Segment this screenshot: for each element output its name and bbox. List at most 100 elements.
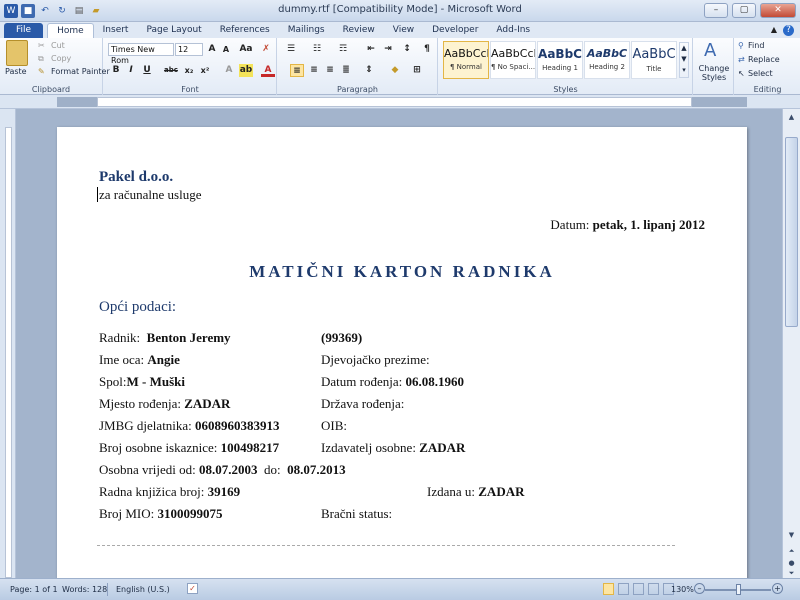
numbering-icon[interactable]: ☷ — [310, 43, 324, 56]
tab-references[interactable]: References — [211, 23, 279, 38]
scroll-down-icon[interactable]: ▼ — [785, 529, 798, 541]
justify-icon[interactable]: ≣ — [339, 64, 353, 77]
align-left-icon[interactable]: ≡ — [290, 64, 304, 77]
font-color-icon[interactable]: A — [261, 64, 275, 77]
scroll-thumb[interactable] — [785, 137, 798, 327]
increase-indent-icon[interactable]: ⇥ — [381, 43, 395, 56]
document-area[interactable]: Pakel d.o.o. za računalne usluge Datum: … — [16, 109, 782, 578]
text-effects-icon[interactable]: A — [222, 64, 236, 77]
paste-button[interactable]: Paste — [5, 67, 27, 76]
vertical-scrollbar[interactable]: ▲ ▼ ⏶ ● ⏷ — [782, 109, 800, 578]
font-size-select[interactable]: 12 — [175, 43, 203, 56]
format-painter-icon[interactable]: ✎ — [38, 67, 45, 76]
replace-button[interactable]: Replace — [748, 55, 780, 64]
maximize-button[interactable]: ▢ — [732, 3, 756, 18]
clear-formatting-icon[interactable]: ✗ — [259, 43, 273, 56]
change-case-icon[interactable]: Aa — [239, 43, 253, 56]
styles-scroll-icon[interactable]: ▲ ▼ ▾ — [679, 42, 689, 78]
zoom-level[interactable]: 130% — [671, 585, 694, 594]
align-right-icon[interactable]: ≡ — [323, 64, 337, 77]
tab-insert[interactable]: Insert — [94, 23, 138, 38]
tab-developer[interactable]: Developer — [423, 23, 487, 38]
format-painter-button[interactable]: Format Painter — [51, 67, 110, 76]
tab-file[interactable]: File — [4, 23, 44, 38]
paste-icon[interactable] — [6, 40, 28, 66]
shading-icon[interactable]: ◆ — [388, 64, 402, 77]
show-formatting-icon[interactable]: ¶ — [420, 43, 434, 56]
field-label: Ime oca: — [99, 352, 145, 367]
web-layout-icon[interactable] — [633, 583, 644, 595]
full-screen-reading-icon[interactable] — [618, 583, 629, 595]
copy-icon[interactable]: ⧉ — [38, 54, 44, 64]
style-heading-2[interactable]: AaBbC Heading 2 — [584, 41, 630, 79]
replace-icon[interactable]: ⇄ — [738, 55, 745, 64]
style-heading-1[interactable]: AaBbC Heading 1 — [537, 41, 583, 79]
tab-home[interactable]: Home — [47, 23, 94, 38]
field-label: Izdana u: — [427, 484, 476, 499]
find-button[interactable]: Find — [748, 41, 764, 50]
font-name-select[interactable]: Times New Rom — [108, 43, 174, 65]
decrease-indent-icon[interactable]: ⇤ — [364, 43, 378, 56]
close-button[interactable]: ✕ — [760, 3, 796, 18]
select-button[interactable]: Select — [748, 69, 773, 78]
previous-page-icon[interactable]: ⏶ — [785, 545, 798, 557]
bold-button[interactable]: B — [109, 64, 123, 77]
zoom-slider-thumb[interactable] — [736, 584, 741, 595]
change-styles-button[interactable]: Change Styles — [696, 64, 732, 82]
field-label: OIB: — [321, 418, 347, 433]
superscript-button[interactable]: x² — [198, 64, 212, 77]
cut-icon[interactable]: ✂ — [38, 41, 45, 50]
style-sample: AaBbCcI — [444, 47, 488, 60]
copy-button[interactable]: Copy — [51, 54, 71, 63]
field-osobna-vrijedi: Osobna vrijedi od: 08.07.2003 do: 08.07.… — [99, 462, 346, 478]
ribbon-minimize-icon[interactable]: ▲ — [771, 25, 777, 36]
subscript-button[interactable]: x₂ — [182, 64, 196, 77]
language-indicator[interactable]: English (U.S.) — [116, 585, 170, 594]
grow-font-icon[interactable]: A — [205, 43, 219, 56]
tab-page-layout[interactable]: Page Layout — [137, 23, 210, 38]
vertical-ruler[interactable] — [0, 109, 16, 578]
select-icon[interactable]: ↖ — [738, 69, 745, 78]
highlight-icon[interactable]: ab — [239, 64, 253, 77]
tab-review[interactable]: Review — [334, 23, 384, 38]
find-icon[interactable]: ⚲ — [738, 41, 744, 50]
field-label: Spol: — [99, 374, 127, 389]
underline-button[interactable]: U — [140, 64, 154, 77]
strikethrough-button[interactable]: abc — [162, 64, 180, 77]
horizontal-ruler[interactable] — [0, 95, 800, 109]
tab-add-ins[interactable]: Add-Ins — [487, 23, 539, 38]
style-no-spacing[interactable]: AaBbCcI ¶ No Spaci... — [490, 41, 536, 79]
field-izdavatelj: Izdavatelj osobne: ZADAR — [321, 440, 465, 456]
italic-button[interactable]: I — [124, 64, 138, 77]
field-izdana: Izdana u: ZADAR — [427, 484, 525, 500]
title-bar: W ■ ↶ ↻ ▤ ▰ dummy.rtf [Compatibility Mod… — [0, 0, 800, 22]
company-name: Pakel d.o.o. — [99, 169, 174, 185]
field-label: Broj osobne iskaznice: — [99, 440, 218, 455]
shrink-font-icon[interactable]: A — [219, 43, 233, 56]
outline-view-icon[interactable] — [648, 583, 659, 595]
line-spacing-icon[interactable]: ⇕ — [362, 64, 376, 77]
minimize-button[interactable]: – — [704, 3, 728, 18]
style-title[interactable]: AaBbC Title — [631, 41, 677, 79]
word-count[interactable]: Words: 128 — [62, 585, 107, 594]
style-name: Title — [646, 65, 662, 73]
zoom-out-icon[interactable]: – — [694, 583, 705, 594]
page-count[interactable]: Page: 1 of 1 — [10, 585, 58, 594]
scroll-up-icon[interactable]: ▲ — [785, 111, 798, 123]
change-styles-icon[interactable]: A — [704, 40, 716, 61]
document-page[interactable]: Pakel d.o.o. za računalne usluge Datum: … — [57, 127, 747, 578]
style-normal[interactable]: AaBbCcI ¶ Normal — [443, 41, 489, 79]
cut-button[interactable]: Cut — [51, 41, 65, 50]
multilevel-list-icon[interactable]: ☶ — [336, 43, 350, 56]
proofing-icon[interactable]: ✓ — [187, 583, 198, 594]
borders-icon[interactable]: ⊞ — [410, 64, 424, 77]
section-divider — [97, 545, 675, 546]
tab-mailings[interactable]: Mailings — [279, 23, 334, 38]
bullets-icon[interactable]: ☰ — [284, 43, 298, 56]
sort-icon[interactable]: ↕ — [400, 43, 414, 56]
align-center-icon[interactable]: ≡ — [307, 64, 321, 77]
help-icon[interactable]: ? — [783, 24, 794, 36]
zoom-in-icon[interactable]: + — [772, 583, 783, 594]
tab-view[interactable]: View — [384, 23, 423, 38]
print-layout-icon[interactable] — [603, 583, 614, 595]
